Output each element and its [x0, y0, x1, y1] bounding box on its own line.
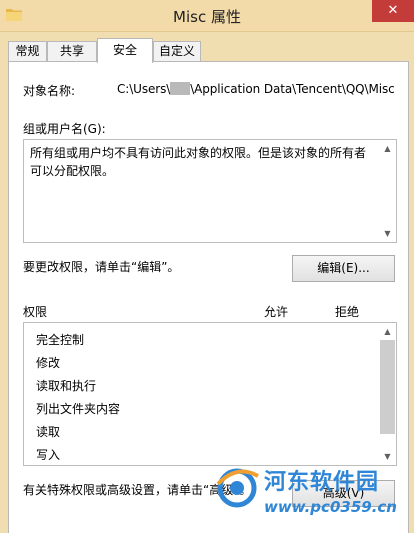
object-path-prefix: C:\Users\ [117, 82, 171, 96]
advanced-note: 有关特殊权限或高级设置，请单击“高级”。 [23, 483, 252, 497]
group-users-label: 组或用户名(G): [23, 122, 106, 136]
tab-sharing[interactable]: 共享 [47, 41, 97, 62]
scroll-down-icon[interactable]: ▼ [379, 225, 396, 242]
security-panel: 对象名称: C:\Users\ \Application Data\Tencent… [8, 61, 409, 533]
title-bar: Misc 属性 ✕ [0, 0, 414, 32]
group-users-list[interactable]: 所有组或用户均不具有访问此对象的权限。但是该对象的所有者可以分配权限。 ▲ ▼ [23, 139, 397, 243]
object-path-suffix: \Application Data\Tencent\QQ\Misc [190, 82, 395, 96]
advanced-button[interactable]: 高级(V) [292, 480, 395, 507]
permission-write: 写入 [36, 448, 61, 462]
permission-list-folder: 列出文件夹内容 [36, 402, 121, 416]
redacted-username [170, 82, 191, 95]
permissions-header: 权限 [23, 305, 48, 319]
tab-general[interactable]: 常规 [8, 41, 47, 62]
deny-header: 拒绝 [335, 305, 360, 319]
tab-custom[interactable]: 自定义 [153, 41, 201, 62]
scroll-down-icon[interactable]: ▼ [379, 448, 396, 465]
close-button[interactable]: ✕ [372, 0, 414, 22]
permission-full-control: 完全控制 [36, 333, 85, 347]
group-list-scrollbar[interactable]: ▲ ▼ [379, 140, 396, 242]
edit-button[interactable]: 编辑(E)... [292, 255, 395, 282]
permission-modify: 修改 [36, 356, 61, 370]
permission-read-execute: 读取和执行 [36, 379, 97, 393]
allow-header: 允许 [264, 305, 289, 319]
permission-read: 读取 [36, 425, 61, 439]
scroll-thumb[interactable] [380, 340, 395, 434]
object-name-label: 对象名称: [23, 84, 76, 98]
tab-security[interactable]: 安全 [97, 38, 153, 63]
window-title: Misc 属性 [173, 8, 241, 26]
group-users-message: 所有组或用户均不具有访问此对象的权限。但是该对象的所有者可以分配权限。 [30, 146, 367, 178]
permissions-scrollbar[interactable]: ▲ ▼ [379, 323, 396, 465]
object-name-value: C:\Users\ \Application Data\Tencent\QQ\Mi… [117, 82, 395, 96]
scroll-up-icon[interactable]: ▲ [379, 140, 396, 157]
scroll-up-icon[interactable]: ▲ [379, 323, 396, 340]
change-permissions-note: 要更改权限，请单击“编辑”。 [23, 260, 180, 274]
permissions-list[interactable]: 完全控制 修改 读取和执行 列出文件夹内容 读取 写入 ▲ ▼ [23, 322, 397, 466]
